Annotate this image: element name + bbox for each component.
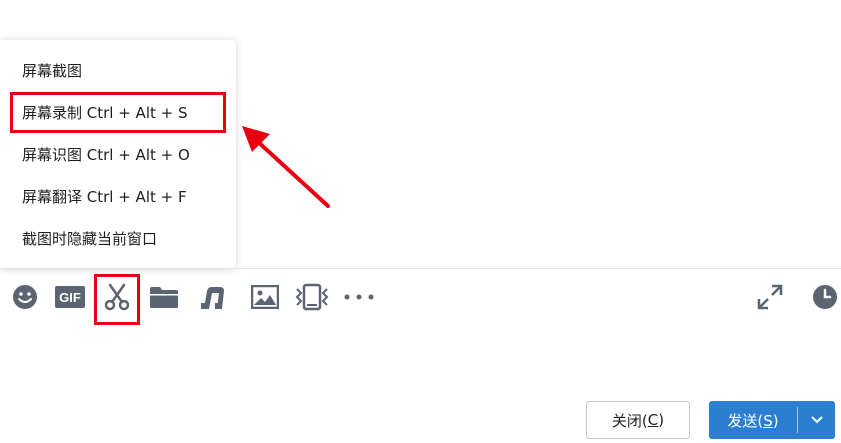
close-label-pre: 关闭(: [611, 411, 648, 430]
highlight-box-record: [10, 92, 226, 133]
image-icon[interactable]: [251, 283, 279, 311]
more-icon[interactable]: [343, 283, 375, 311]
emoji-icon[interactable]: [11, 283, 39, 311]
send-button[interactable]: 发送(S): [709, 401, 835, 439]
chevron-down-icon: [810, 416, 823, 424]
expand-icon[interactable]: [756, 283, 784, 311]
gif-icon[interactable]: GIF: [55, 283, 85, 311]
send-button-label[interactable]: 发送(S): [709, 410, 797, 431]
editor-divider: [0, 268, 841, 269]
close-label-post: ): [658, 411, 665, 429]
menu-item-screenshot[interactable]: 屏幕截图: [22, 61, 82, 81]
send-options-dropdown[interactable]: [798, 416, 835, 424]
history-clock-icon[interactable]: [811, 283, 839, 311]
red-arrow-annotation: [242, 126, 330, 208]
send-label-key: S: [763, 411, 773, 430]
menu-item-screen-recognize[interactable]: 屏幕识图 Ctrl + Alt + O: [22, 145, 190, 165]
scissors-icon[interactable]: [103, 283, 131, 311]
send-label-post: ): [772, 411, 779, 430]
shake-icon[interactable]: [294, 283, 330, 311]
send-label-pre: 发送(: [727, 411, 764, 430]
close-button[interactable]: 关闭(C): [586, 401, 690, 439]
gif-icon-text: GIF: [59, 290, 81, 305]
music-icon[interactable]: [199, 283, 227, 311]
close-label-key: C: [647, 411, 659, 429]
screenshot-menu: 屏幕截图 屏幕录制 Ctrl + Alt + S 屏幕识图 Ctrl + Alt…: [0, 40, 236, 268]
folder-icon[interactable]: [150, 283, 178, 311]
menu-item-screen-translate[interactable]: 屏幕翻译 Ctrl + Alt + F: [22, 187, 187, 207]
menu-item-hide-window[interactable]: 截图时隐藏当前窗口: [22, 229, 157, 249]
